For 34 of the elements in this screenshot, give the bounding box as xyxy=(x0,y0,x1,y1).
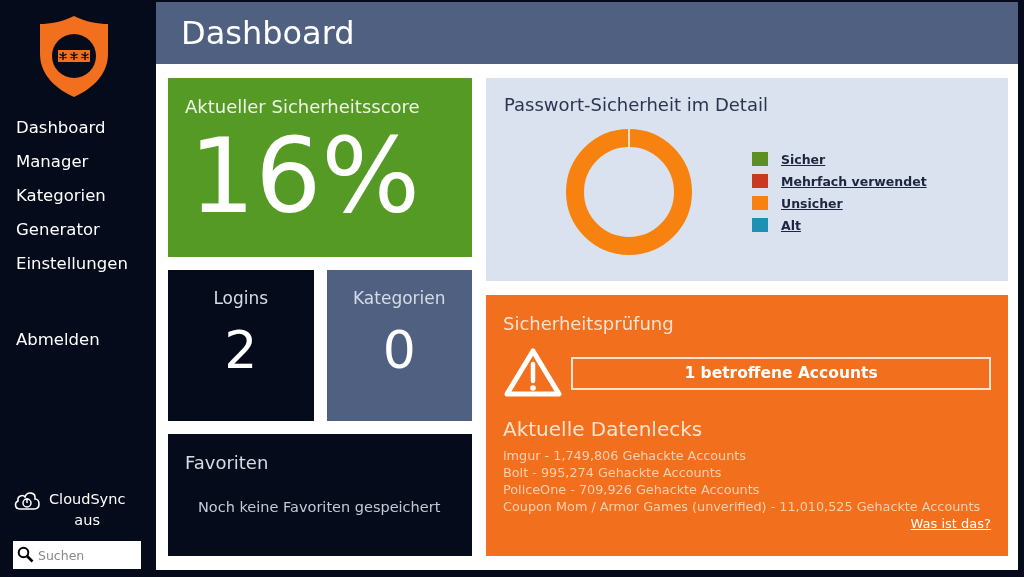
score-value: 16% xyxy=(189,121,421,231)
legend-link[interactable]: Alt xyxy=(781,217,801,233)
search-field[interactable]: Suchen xyxy=(13,541,141,569)
card-title: Passwort-Sicherheit im Detail xyxy=(504,94,768,115)
card-title: Favoriten xyxy=(185,452,269,473)
cloudsync-label: CloudSync xyxy=(49,490,126,509)
logout-link[interactable]: Abmelden xyxy=(16,328,100,351)
nav-link[interactable]: Manager xyxy=(16,150,89,173)
nav-link[interactable]: Dashboard xyxy=(16,116,106,139)
cloud-power-icon[interactable] xyxy=(13,489,41,511)
breach-entry: PoliceOne - 709,926 Gehackte Accounts xyxy=(503,481,760,498)
empty-message: Noch keine Favoriten gespeichert xyxy=(198,499,441,515)
affected-accounts-banner: 1 betroffene Accounts xyxy=(571,356,991,390)
card-title: Aktueller Sicherheitsscore xyxy=(185,96,421,117)
stat-label: Logins xyxy=(213,288,269,308)
legend-link[interactable]: Mehrfach verwendet xyxy=(781,173,927,189)
card-title: Sicherheitsprüfung xyxy=(503,313,674,334)
nav-link[interactable]: Kategorien xyxy=(16,184,106,207)
legend-link[interactable]: Sicher xyxy=(781,151,826,167)
shield-logo-icon xyxy=(38,14,110,98)
cloudsync-status: aus xyxy=(74,511,100,530)
breach-entry: imgur - 1,749,806 Gehackte Accounts xyxy=(503,447,746,464)
stat-value: 2 xyxy=(224,320,258,380)
nav-link[interactable]: Generator xyxy=(16,218,100,241)
warning-icon xyxy=(503,347,563,399)
stat-value: 0 xyxy=(382,320,416,380)
breach-entry: Bolt - 995,274 Gehackte Accounts xyxy=(503,464,722,481)
page-title: Dashboard xyxy=(181,14,355,52)
legend-link[interactable]: Unsicher xyxy=(781,195,843,211)
nav-link[interactable]: Einstellungen xyxy=(16,252,128,275)
section-title: Aktuelle Datenlecks xyxy=(503,417,703,441)
stat-label: Kategorien xyxy=(353,288,446,308)
search-icon xyxy=(17,546,34,563)
breach-entry: Coupon Mom / Armor Games (unverified) - 11,010,525 Gehackte Accounts xyxy=(503,498,981,515)
